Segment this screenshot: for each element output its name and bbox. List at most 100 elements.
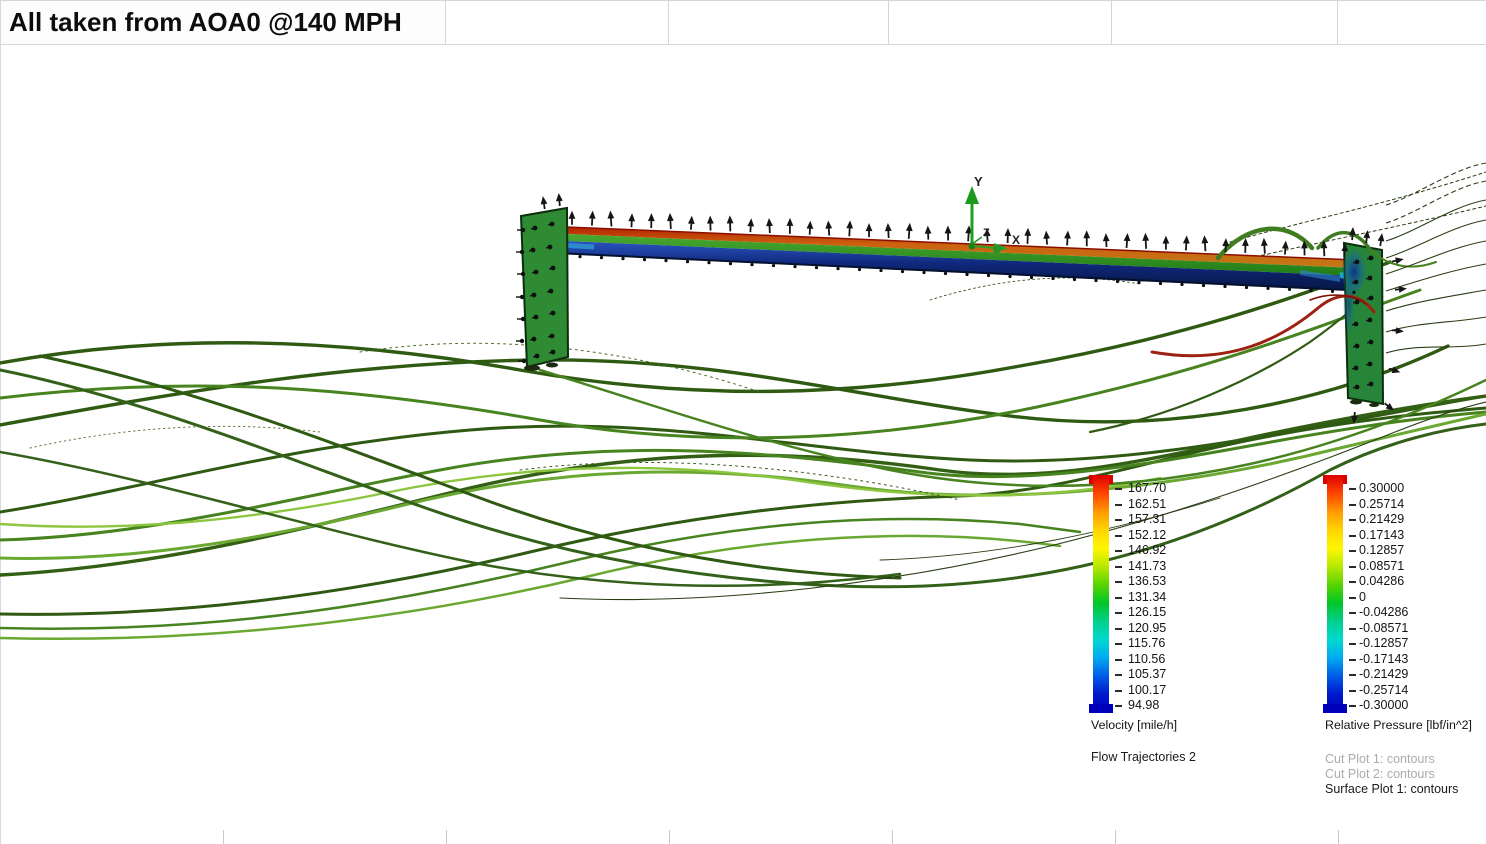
pressure-scale-value: 0.12857: [1359, 544, 1404, 557]
velocity-scale-value: 136.53: [1128, 575, 1166, 588]
pressure-scale-tick: [1349, 705, 1356, 707]
pressure-arrow: [1004, 228, 1011, 243]
underside-dot: [750, 263, 753, 266]
pressure-scale-value: -0.25714: [1359, 684, 1408, 697]
underside-dot: [1137, 281, 1140, 284]
underside-dot: [1223, 285, 1226, 288]
velocity-scale-value: 167.70: [1128, 482, 1166, 495]
plot-labels: Cut Plot 1: contoursCut Plot 2: contours…: [1325, 752, 1458, 797]
underside-dot: [879, 269, 882, 272]
pressure-scale-tick: [1349, 659, 1356, 661]
underside-dot: [578, 255, 581, 258]
velocity-scale-value: 152.12: [1128, 529, 1166, 542]
flow-trajectory: [30, 426, 320, 448]
pressure-arrow: [944, 225, 951, 240]
velocity-scale-value: 120.95: [1128, 622, 1166, 635]
velocity-scale-value: 131.34: [1128, 591, 1166, 604]
plot-visibility-label: Cut Plot 2: contours: [1325, 767, 1458, 782]
pressure-scale-value: -0.21429: [1359, 668, 1408, 681]
pressure-scale-value: -0.12857: [1359, 637, 1408, 650]
pressure-scale-value: 0.08571: [1359, 560, 1404, 573]
underside-dot: [772, 264, 775, 267]
wake-streamline: [1386, 220, 1486, 258]
pressure-scale-value: -0.17143: [1359, 653, 1408, 666]
velocity-scale-value: 94.98: [1128, 699, 1159, 712]
pressure-arrow: [924, 226, 931, 240]
velocity-scale-tick: [1115, 643, 1122, 645]
velocity-scale-value: 126.15: [1128, 606, 1166, 619]
pressure-arrow: [1102, 233, 1109, 247]
pressure-colorbar-cap-bottom: [1323, 704, 1347, 713]
pressure-arrow: [806, 221, 813, 235]
pressure-arrow: [589, 210, 597, 225]
velocity-scale-tick: [1115, 550, 1122, 552]
endplate-shadow: [1350, 400, 1362, 405]
underside-dot: [643, 258, 646, 261]
endplate-shadow: [524, 365, 540, 371]
pressure-scale-value: -0.08571: [1359, 622, 1408, 635]
pressure-arrow: [1183, 235, 1191, 250]
pressure-arrow: [1024, 228, 1031, 244]
velocity-scale-tick: [1115, 659, 1122, 661]
pressure-scale-value: -0.30000: [1359, 699, 1408, 712]
pressure-arrow: [1201, 235, 1209, 251]
velocity-scale-tick: [1115, 612, 1122, 614]
velocity-scale-value: 110.56: [1128, 653, 1165, 666]
pressure-arrow: [1043, 230, 1051, 244]
wake-streamline: [1386, 317, 1486, 332]
pressure-arrow: [866, 223, 873, 237]
x-axis-cone: [993, 245, 1001, 253]
underside-dot: [901, 270, 904, 273]
pressure-arrow: [825, 220, 833, 235]
pressure-arrow: [667, 213, 675, 229]
underside-dot: [1309, 289, 1312, 292]
plot-visibility-label: Surface Plot 1: contours: [1325, 782, 1458, 797]
velocity-scale-tick: [1115, 628, 1122, 630]
underside-dot: [987, 274, 990, 277]
pressure-arrow: [607, 210, 615, 226]
pressure-arrow: [688, 216, 696, 230]
pressure-arrow: [648, 213, 655, 228]
pressure-scale-tick: [1349, 550, 1356, 552]
underside-dot: [815, 266, 818, 269]
pressure-arrow: [1123, 233, 1131, 248]
flow-trajectory: [930, 278, 1140, 300]
pressure-legend: 0.300000.257140.214290.171430.128570.085…: [1323, 475, 1486, 805]
pressure-arrow: [555, 193, 563, 207]
underside-dot: [1051, 277, 1054, 280]
endplate-shadow: [1369, 403, 1379, 407]
underside-dot: [793, 265, 796, 268]
pressure-scale-value: 0.17143: [1359, 529, 1404, 542]
pressure-arrow: [1162, 236, 1169, 250]
pressure-scale-tick: [1349, 535, 1356, 537]
underside-dot: [1159, 282, 1162, 285]
wake-streamlines: [1386, 163, 1486, 353]
pressure-arrow: [747, 218, 755, 232]
plot-visibility-label: Cut Plot 1: contours: [1325, 752, 1458, 767]
velocity-colorbar: [1093, 475, 1109, 713]
underside-dot: [1008, 275, 1011, 278]
underside-dot: [858, 268, 861, 271]
pressure-scale-tick: [1349, 628, 1356, 630]
pressure-scale-value: 0.25714: [1359, 498, 1404, 511]
velocity-scale-value: 157.31: [1128, 513, 1166, 526]
pressure-arrow: [726, 215, 733, 231]
pressure-scale-tick: [1349, 504, 1356, 506]
pressure-arrow: [1282, 240, 1290, 254]
underside-dot: [1288, 288, 1291, 291]
wake-streamline: [1386, 241, 1486, 274]
pressure-scale-tick: [1349, 519, 1356, 521]
pressure-scale-tick: [1349, 581, 1356, 583]
flow-trajectories-label: Flow Trajectories 2: [1091, 750, 1196, 764]
pressure-scale-tick: [1349, 488, 1356, 490]
underside-dot: [729, 262, 732, 265]
underside-dot: [836, 267, 839, 270]
underside-dot: [922, 271, 925, 274]
underside-dot: [1202, 284, 1205, 287]
pressure-scale-tick: [1349, 597, 1356, 599]
pressure-arrow: [1064, 230, 1072, 245]
pressure-arrow: [1083, 230, 1090, 246]
underside-dot: [1030, 276, 1033, 279]
y-axis-label: Y: [974, 174, 983, 189]
pressure-arrow: [786, 218, 793, 234]
